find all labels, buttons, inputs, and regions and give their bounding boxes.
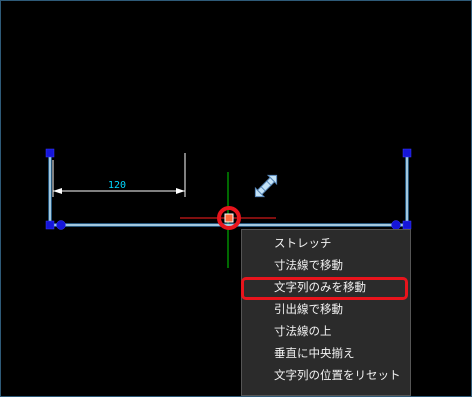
grip-handle-icon[interactable]	[45, 220, 55, 230]
grip-dot-icon[interactable]	[56, 220, 66, 230]
context-menu: ストレッチ 寸法線で移動 文字列のみを移動 引出線で移動 寸法線の上 垂直に中央…	[241, 229, 411, 396]
move-cursor-icon	[254, 174, 278, 198]
active-grip-icon[interactable]	[224, 213, 234, 223]
dimension-text[interactable]: 120	[108, 180, 126, 191]
menu-item-stretch[interactable]: ストレッチ	[242, 232, 410, 254]
grip-handle-icon[interactable]	[45, 148, 55, 158]
menu-item-move-with-dim-line[interactable]: 寸法線で移動	[242, 254, 410, 276]
grip-handle-icon[interactable]	[402, 220, 412, 230]
menu-item-reset-text-position[interactable]: 文字列の位置をリセット	[242, 364, 410, 386]
cad-viewport[interactable]: 120 ストレッチ 寸法線で移動 文字列のみを移動 引出線で移動 寸法線の上 垂…	[0, 0, 472, 397]
dimension-arrow-left	[53, 188, 62, 194]
menu-item-move-text-only[interactable]: 文字列のみを移動	[242, 276, 410, 298]
menu-item-above-dim-line[interactable]: 寸法線の上	[242, 320, 410, 342]
menu-item-move-with-leader[interactable]: 引出線で移動	[242, 298, 410, 320]
menu-item-center-vertically[interactable]: 垂直に中央揃え	[242, 342, 410, 364]
grip-handle-icon[interactable]	[402, 148, 412, 158]
dimension-arrow-right	[176, 188, 185, 194]
